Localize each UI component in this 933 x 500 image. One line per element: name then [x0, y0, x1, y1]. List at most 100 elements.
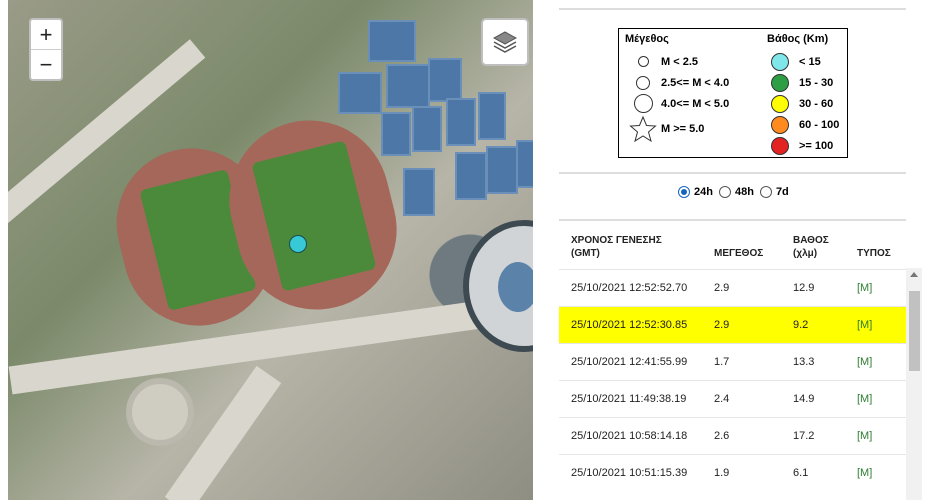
depth-color-dot — [771, 115, 789, 134]
map-legend: Μέγεθος M < 2.5 2.5<= M < 4.0 4.0<= M < … — [618, 28, 848, 158]
cell-time: 25/10/2021 11:49:38.19 — [571, 393, 687, 405]
cell-type-link[interactable]: [M] — [857, 319, 872, 331]
header-time: ΧΡΟΝΟΣ ΓΕΝΕΣΗΣ (GMT) — [571, 234, 662, 260]
radio-24h-label[interactable]: 24h — [694, 186, 713, 198]
table-scrollbar[interactable] — [906, 268, 922, 500]
depth-color-dot — [771, 52, 789, 71]
header-depth-label: ΒΑΘΟΣ — [793, 235, 829, 246]
header-time-label: ΧΡΟΝΟΣ ΓΕΝΕΣΗΣ — [571, 235, 662, 246]
table-row[interactable]: 25/10/2021 10:51:15.39 1.9 6.1 [M] — [559, 454, 906, 491]
cell-depth: 17.2 — [793, 430, 815, 442]
size-symbol-large — [625, 94, 661, 113]
legend-depth-label: < 15 — [799, 55, 821, 68]
map-tennis-court — [412, 106, 442, 152]
cell-type-link[interactable]: [M] — [857, 467, 872, 479]
map-tennis-court — [478, 92, 506, 140]
map-tennis-court — [516, 140, 533, 188]
legend-size-label: M >= 5.0 — [661, 123, 705, 135]
header-depth: ΒΑΘΟΣ (χλμ) — [793, 234, 829, 260]
radio-48h-label[interactable]: 48h — [735, 186, 754, 198]
divider — [559, 172, 906, 174]
legend-depth-label: >= 100 — [799, 139, 834, 152]
cell-depth: 12.9 — [793, 282, 815, 294]
legend-size-row: 4.0<= M < 5.0 — [625, 93, 729, 114]
legend-depth-row: 60 - 100 — [767, 114, 839, 135]
table-row[interactable]: 25/10/2021 12:52:52.70 2.9 12.9 [M] — [559, 269, 906, 306]
legend-size-label: 2.5<= M < 4.0 — [661, 76, 730, 89]
table-row-selected[interactable]: 25/10/2021 12:52:30.85 2.9 9.2 [M] — [559, 306, 906, 343]
divider — [559, 8, 906, 10]
cell-depth: 13.3 — [793, 356, 815, 368]
cell-type-link[interactable]: [M] — [857, 356, 872, 368]
map-tennis-court — [381, 112, 411, 156]
map-tennis-court — [486, 146, 518, 194]
table-header: ΧΡΟΝΟΣ ΓΕΝΕΣΗΣ (GMT) ΜΕΓΕΘΟΣ ΒΑΘΟΣ (χλμ)… — [559, 224, 906, 269]
table-row[interactable]: 25/10/2021 10:58:14.18 2.6 17.2 [M] — [559, 417, 906, 454]
cell-magnitude: 2.9 — [714, 282, 730, 294]
map-roundabout — [126, 378, 194, 446]
legend-depth-row: 15 - 30 — [767, 72, 839, 93]
legend-size-row: 2.5<= M < 4.0 — [625, 72, 729, 93]
radio-24h[interactable] — [678, 186, 690, 198]
zoom-out-button[interactable]: − — [31, 49, 61, 79]
cell-depth: 6.1 — [793, 467, 809, 479]
star-icon — [625, 115, 661, 143]
cell-magnitude: 1.7 — [714, 356, 730, 368]
cell-time: 25/10/2021 10:58:14.18 — [571, 430, 688, 442]
legend-size-label: 4.0<= M < 5.0 — [661, 97, 730, 110]
header-time-sub: (GMT) — [571, 248, 600, 259]
table-row[interactable]: 25/10/2021 12:41:55.99 1.7 13.3 [M] — [559, 343, 906, 380]
cell-depth: 14.9 — [793, 393, 815, 405]
radio-7d-label[interactable]: 7d — [776, 186, 789, 198]
earthquake-table: ΧΡΟΝΟΣ ΓΕΝΕΣΗΣ (GMT) ΜΕΓΕΘΟΣ ΒΑΘΟΣ (χλμ)… — [559, 224, 906, 491]
depth-color-dot — [771, 94, 789, 113]
cell-type-link[interactable]: [M] — [857, 430, 872, 442]
legend-size-title: Μέγεθος — [625, 33, 669, 45]
cell-magnitude: 2.9 — [714, 319, 730, 331]
map-tennis-court — [368, 20, 416, 62]
size-symbol-medium — [625, 75, 661, 90]
legend-depth-row: >= 100 — [767, 135, 839, 156]
legend-depth-row: 30 - 60 — [767, 93, 839, 114]
zoom-control: + − — [29, 18, 63, 81]
header-depth-sub: (χλμ) — [793, 248, 818, 259]
cell-type-link[interactable]: [M] — [857, 282, 872, 294]
legend-size-row: M < 2.5 — [625, 51, 729, 72]
layers-icon — [492, 31, 518, 53]
size-symbol-small — [625, 56, 661, 67]
period-selector: 24h 48h 7d — [678, 186, 789, 198]
legend-depth-label: 30 - 60 — [799, 97, 834, 110]
legend-depth-column: Βάθος (Km) < 15 15 - 30 30 - 60 60 - 100… — [767, 33, 839, 156]
map-view[interactable]: + − — [8, 0, 533, 500]
cell-type-link[interactable]: [M] — [857, 393, 872, 405]
zoom-in-button[interactable]: + — [31, 20, 61, 49]
legend-size-column: Μέγεθος M < 2.5 2.5<= M < 4.0 4.0<= M < … — [625, 33, 729, 144]
earthquake-marker[interactable] — [289, 235, 307, 253]
header-type: ΤΥΠΟΣ — [857, 248, 891, 259]
depth-color-dot — [771, 73, 789, 92]
map-tennis-court — [338, 72, 382, 114]
scrollbar-thumb[interactable] — [909, 291, 920, 371]
divider — [559, 219, 906, 221]
map-tennis-court — [386, 64, 430, 108]
map-tennis-court — [455, 152, 487, 200]
table-row[interactable]: 25/10/2021 11:49:38.19 2.4 14.9 [M] — [559, 380, 906, 417]
scroll-up-arrow-icon[interactable] — [910, 272, 918, 277]
layers-button[interactable] — [481, 18, 529, 66]
radio-7d[interactable] — [759, 186, 772, 198]
legend-size-row: M >= 5.0 — [625, 114, 729, 144]
cell-time: 25/10/2021 12:41:55.99 — [571, 356, 688, 368]
map-tennis-court — [446, 98, 476, 146]
cell-time: 25/10/2021 12:52:52.70 — [571, 282, 688, 294]
map-tennis-court — [428, 58, 462, 102]
cell-depth: 9.2 — [793, 319, 809, 331]
depth-color-dot — [771, 136, 789, 155]
cell-magnitude: 2.4 — [714, 393, 730, 405]
cell-magnitude: 2.6 — [714, 430, 730, 442]
radio-48h[interactable] — [718, 186, 731, 198]
cell-time: 25/10/2021 10:51:15.39 — [571, 467, 688, 479]
legend-size-label: M < 2.5 — [661, 55, 698, 68]
cell-time: 25/10/2021 12:52:30.85 — [571, 319, 688, 331]
header-magnitude: ΜΕΓΕΘΟΣ — [714, 248, 764, 259]
cell-magnitude: 1.9 — [714, 467, 730, 479]
